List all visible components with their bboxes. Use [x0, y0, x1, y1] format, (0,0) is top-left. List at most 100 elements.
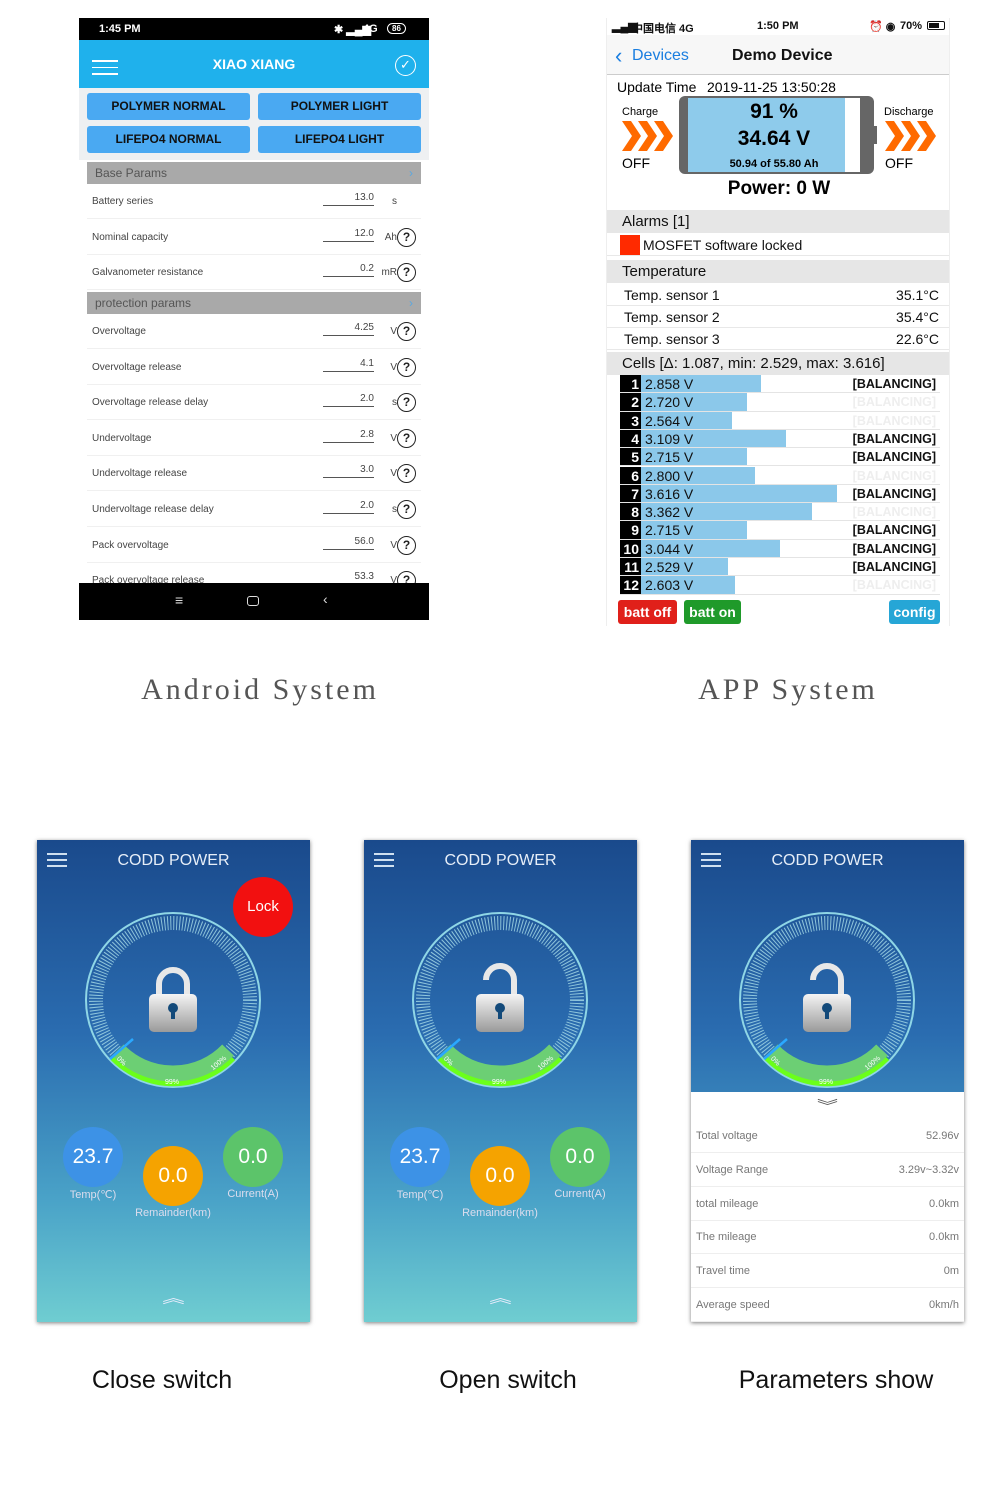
param-label: Nominal capacity [92, 231, 169, 243]
back-chevron-icon[interactable]: ‹ [615, 43, 622, 69]
param-unit: V [390, 468, 397, 480]
alarm-icon: ⏰ ◉ [869, 21, 896, 33]
home-icon[interactable] [247, 596, 259, 606]
param-value-input[interactable]: 56.0 [323, 536, 374, 550]
cell-voltage: 2.720 V [645, 394, 694, 411]
app-title: CODD POWER [444, 852, 557, 869]
cell-number: 11 [620, 558, 641, 576]
polymer-normal-button[interactable]: POLYMER NORMAL [87, 93, 250, 120]
help-icon[interactable]: ? [397, 322, 416, 341]
temp-row: Temp. sensor 2 35.4°C [607, 306, 949, 328]
param-value-input[interactable]: 2.0 [323, 393, 374, 408]
param-value-input[interactable]: 3.0 [323, 464, 374, 479]
help-icon[interactable]: ? [397, 357, 416, 377]
caption-close-switch: Close switch [91, 1366, 233, 1394]
balancing-status: [BALANCING] [852, 468, 936, 483]
balancing-status: [BALANCING] [852, 505, 936, 520]
param-value-input[interactable]: 2.0 [323, 500, 374, 514]
param-label: Galvanometer resistance [92, 267, 204, 279]
cell-row: 10 3.044 V [BALANCING] [620, 539, 940, 558]
battery-gauge: 0% 99% 100% [737, 910, 917, 1090]
check-icon[interactable]: ✓ [395, 55, 416, 76]
cell-number: 5 [620, 448, 641, 466]
battery-gauge: 0% 99% 100% [83, 910, 263, 1090]
android-nav-bar: ≡ ‹ [79, 583, 429, 620]
balancing-status: [BALANCING] [852, 578, 936, 593]
back-button[interactable]: Devices [632, 47, 689, 65]
chevron-down-icon[interactable]: ︾ [691, 1096, 964, 1116]
lock-button[interactable]: Lock [233, 877, 293, 937]
cell-row: 9 2.715 V [BALANCING] [620, 521, 940, 540]
param-value-input[interactable]: 4.1 [323, 358, 374, 372]
cell-voltage: 2.800 V [645, 467, 694, 484]
param-row: Pack overvoltage 56.0 V? [87, 528, 421, 563]
lifepo4-light-button[interactable]: LIFEPO4 LIGHT [258, 126, 421, 153]
cell-number: 3 [620, 411, 641, 429]
parameter-label: Average speed [696, 1299, 770, 1311]
batt-on-button[interactable]: batt on [684, 600, 741, 624]
param-value-input[interactable]: 13.0 [323, 192, 374, 206]
update-label: Update Time [617, 79, 697, 95]
current-label: Current(A) [227, 1188, 279, 1200]
gauge-value-label: 99% [492, 1079, 507, 1086]
param-label: Undervoltage [92, 432, 152, 444]
param-label: Battery series [92, 196, 154, 207]
temp-value: 35.1°C [896, 287, 939, 303]
balancing-status: [BALANCING] [852, 486, 936, 501]
balancing-status: [BALANCING] [852, 541, 936, 556]
cell-voltage: 2.715 V [645, 522, 694, 539]
cell-row: 4 3.109 V [BALANCING] [620, 429, 940, 449]
param-value-input[interactable]: 12.0 [323, 228, 374, 242]
cell-number: 1 [620, 375, 641, 393]
param-value-input[interactable]: 0.2 [323, 263, 374, 278]
chevron-up-icon[interactable]: ︽ [364, 1288, 637, 1308]
cell-row: 7 3.616 V [BALANCING] [620, 484, 940, 504]
section-header[interactable]: protection params › [87, 292, 421, 314]
param-label: Undervoltage release [92, 468, 188, 480]
param-value-input[interactable]: 4.25 [323, 322, 374, 336]
param-value-input[interactable]: 2.8 [323, 429, 374, 443]
caption-android: Android System [141, 673, 379, 706]
cell-voltage: 2.715 V [645, 449, 694, 466]
param-row: Undervoltage 2.8 V? [87, 421, 421, 456]
charge-label: Charge [622, 106, 659, 118]
parameter-row: Travel time 0m [691, 1254, 964, 1289]
param-unit: s [392, 196, 397, 207]
help-icon[interactable]: ? [397, 227, 416, 247]
app-title: CODD POWER [117, 852, 230, 869]
chevron-up-icon[interactable]: ︽ [37, 1288, 310, 1308]
parameter-value: 52.96v [925, 1130, 959, 1142]
battery-percent: 70% [900, 20, 923, 32]
phone-screen: CODD POWER 0% 99% 100% Lock 23.7 Temp(℃) 0.0 Rem… [37, 840, 310, 1322]
config-button[interactable]: config [889, 600, 940, 624]
help-icon[interactable]: ? [397, 393, 416, 413]
polymer-light-button[interactable]: POLYMER LIGHT [258, 93, 421, 120]
recent-apps-icon[interactable]: ≡ [175, 592, 183, 608]
batt-off-button[interactable]: batt off [618, 600, 677, 624]
temp-label: Temp. sensor 3 [624, 331, 720, 347]
parameters-panel: ︾ Total voltage 52.96v Voltage Range 3.29v~3… [691, 1092, 964, 1322]
app-screen: ▂▄▆ 中国电信 4G 1:50 PM ⏰ ◉ 70% ‹ Devices De… [606, 18, 950, 626]
section-header[interactable]: Base Params › [87, 162, 421, 184]
back-icon[interactable]: ‹ [323, 591, 328, 607]
unlocked-padlock-icon [476, 963, 524, 1032]
help-icon[interactable]: ? [397, 428, 416, 448]
help-icon[interactable]: ? [397, 500, 416, 519]
help-icon[interactable]: ? [397, 535, 416, 555]
status-time: 1:45 PM [99, 23, 141, 35]
help-icon[interactable]: ? [397, 464, 416, 484]
balancing-status: [BALANCING] [852, 523, 936, 538]
lifepo4-normal-button[interactable]: LIFEPO4 NORMAL [87, 126, 250, 153]
help-icon[interactable]: ? [397, 263, 416, 283]
alarm-text: MOSFET software locked [643, 237, 803, 253]
temp-row: Temp. sensor 3 22.6°C [607, 328, 949, 350]
param-row: Overvoltage 4.25 V? [87, 314, 421, 349]
temperature-label: Temp(℃) [396, 1189, 444, 1201]
battery-percent-text: 91 % [750, 100, 798, 123]
param-row: Undervoltage release 3.0 V? [87, 456, 421, 492]
cell-voltage: 3.109 V [645, 430, 694, 447]
balancing-status: [BALANCING] [852, 395, 936, 410]
phone-screen: CODD POWER 0% 99% 100% ︾ Total voltage 52.96v V… [691, 840, 964, 1322]
temperature-label: Temp(℃) [69, 1189, 117, 1201]
temperature-bubble: 23.7 [390, 1127, 450, 1187]
